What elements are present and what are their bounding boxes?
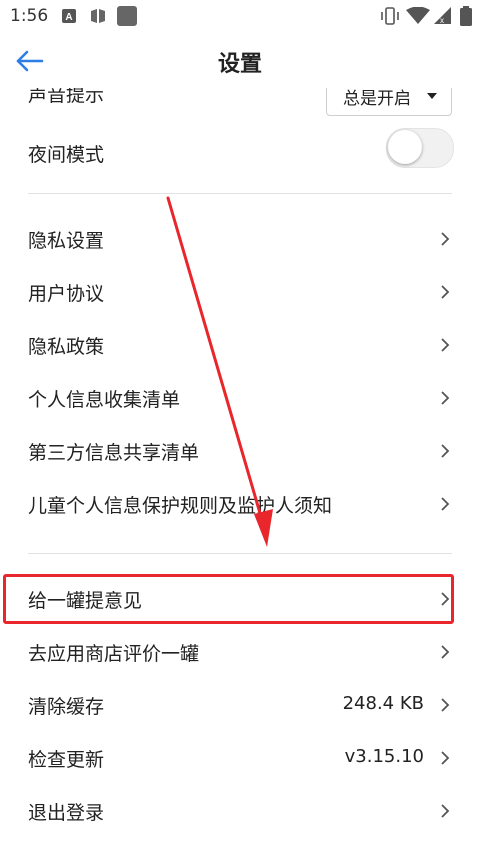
version-value: v3.15.10 [344, 746, 424, 767]
chevron-right-icon [441, 497, 450, 511]
chevron-right-icon [441, 285, 450, 299]
status-bar: 1:56 A x [0, 0, 480, 34]
wifi-icon [406, 7, 430, 24]
sound-prompt-label: 声音提示 [28, 88, 105, 106]
sound-prompt-dropdown[interactable]: 总是开启 [326, 88, 452, 116]
book-icon [91, 9, 105, 23]
night-mode-label: 夜间模式 [28, 144, 105, 166]
row-label: 隐私设置 [28, 230, 105, 252]
row-label: 检查更新 [28, 749, 105, 771]
logout-row[interactable]: 退出登录 [0, 786, 480, 838]
row-label: 隐私政策 [28, 336, 105, 358]
third-party-sharing-row[interactable]: 第三方信息共享清单 [0, 426, 480, 478]
row-label: 退出登录 [28, 802, 105, 824]
row-label: 清除缓存 [28, 696, 105, 718]
row-label: 用户协议 [28, 283, 105, 305]
rate-app-row[interactable]: 去应用商店评价一罐 [0, 627, 480, 679]
check-update-row[interactable]: 检查更新 v3.15.10 [0, 733, 480, 785]
privacy-policy-row[interactable]: 隐私政策 [0, 320, 480, 372]
clear-cache-row[interactable]: 清除缓存 248.4 KB [0, 680, 480, 732]
row-label: 儿童个人信息保护规则及监护人须知 [28, 495, 333, 517]
child-protection-row[interactable]: 儿童个人信息保护规则及监护人须知 [0, 479, 480, 531]
divider [28, 193, 452, 194]
user-agreement-row[interactable]: 用户协议 [0, 267, 480, 319]
chevron-right-icon [441, 338, 450, 352]
chevron-right-icon [441, 444, 450, 458]
toggle-knob [388, 130, 422, 164]
signal-icon: x [434, 7, 451, 25]
settings-list[interactable]: 声音提示 总是开启 夜间模式 隐私设置 用户协议 隐私政策 个人信息收集清单 第… [0, 88, 480, 853]
battery-icon [460, 6, 472, 26]
vibrate-icon [381, 7, 399, 25]
chevron-right-icon [441, 751, 450, 765]
chevron-right-icon [441, 232, 450, 246]
highlight-box [3, 574, 454, 624]
privacy-settings-row[interactable]: 隐私设置 [0, 214, 480, 266]
row-label: 个人信息收集清单 [28, 389, 181, 411]
cache-size-value: 248.4 KB [342, 693, 424, 714]
personal-info-list-row[interactable]: 个人信息收集清单 [0, 373, 480, 425]
sound-prompt-value: 总是开启 [343, 89, 411, 109]
chevron-right-icon [441, 698, 450, 712]
chevron-right-icon [441, 645, 450, 659]
status-time: 1:56 [10, 6, 49, 26]
divider [28, 553, 452, 554]
night-mode-toggle[interactable] [386, 128, 454, 168]
a-icon: A [62, 9, 76, 23]
chevron-right-icon [441, 391, 450, 405]
row-label: 去应用商店评价一罐 [28, 643, 200, 665]
dropdown-caret-icon [427, 93, 437, 99]
svg-text:x: x [440, 16, 444, 25]
chevron-right-icon [441, 804, 450, 818]
svg-text:A: A [65, 12, 72, 23]
square-app-icon [117, 6, 137, 26]
app-bar: 设置 [0, 34, 480, 88]
sound-prompt-row: 声音提示 总是开启 [0, 88, 480, 128]
page-title: 设置 [217, 52, 262, 77]
row-label: 第三方信息共享清单 [28, 442, 200, 464]
